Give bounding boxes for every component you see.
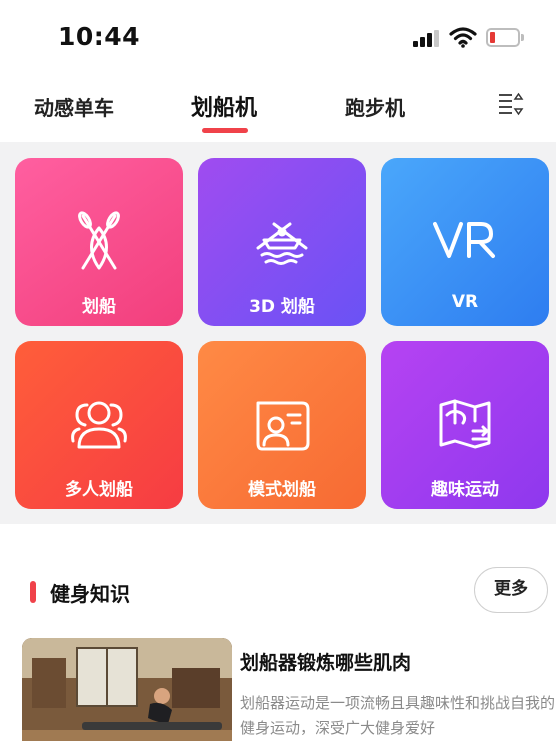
article-description: 划船器运动是一项流畅且具趣味性和挑战自我的健身运动，深受广大健身爱好 [240, 694, 556, 737]
tile-label: 多人划船 [65, 480, 133, 500]
profile-card-icon [256, 401, 310, 451]
map-icon [439, 399, 491, 449]
tab-treadmill[interactable]: 跑步机 [345, 92, 405, 121]
tile-label: 3D 划船 [249, 297, 315, 317]
section-title: 健身知识 [50, 582, 130, 606]
tab-rowing-machine[interactable]: 划船机 [191, 90, 257, 122]
battery-icon [486, 28, 524, 47]
status-bar: 10:44 [0, 0, 556, 70]
tile-mode-rowing[interactable]: 模式划船 [198, 341, 366, 509]
tile-label: 趣味运动 [431, 480, 499, 500]
tile-label: 模式划船 [248, 480, 316, 500]
tile-vr[interactable]: VR [381, 158, 549, 326]
article-title: 划船器锻炼哪些肌肉 [240, 652, 412, 674]
section-accent-bar [30, 581, 36, 603]
tile-rowing[interactable]: 划船 [15, 158, 183, 326]
tile-3d-rowing[interactable]: 3D 划船 [198, 158, 366, 326]
article-card[interactable]: 划船器锻炼哪些肌肉 划船器运动是一项流畅且具趣味性和挑战自我的健身运动，深受广大… [22, 638, 556, 741]
tab-spin-bike[interactable]: 动感单车 [34, 92, 114, 121]
group-icon [71, 401, 127, 449]
tile-label: VR [451, 292, 479, 312]
tile-multiplayer-rowing[interactable]: 多人划船 [15, 341, 183, 509]
fitness-knowledge-section: 健身知识 更多 划船器锻炼哪些肌肉 划船器运动是一项流畅且具趣味性和挑战自我的健… [0, 524, 556, 741]
paddles-icon [78, 211, 120, 270]
rowing-boat-icon [256, 222, 308, 265]
cellular-signal-icon [413, 30, 441, 47]
feature-grid: 划船 3D 划船 VR 多人划船 模式划船 趣味运动 [0, 142, 556, 524]
status-time: 10:44 [58, 22, 141, 51]
sort-menu-icon[interactable] [498, 92, 524, 118]
category-tabs: 动感单车 划船机 跑步机 [0, 70, 556, 142]
tile-fun-sports[interactable]: 趣味运动 [381, 341, 549, 509]
vr-icon [433, 222, 495, 258]
active-tab-indicator [202, 128, 248, 133]
tile-label: 划船 [82, 297, 116, 317]
more-button[interactable]: 更多 [474, 567, 548, 613]
article-thumbnail [22, 638, 232, 741]
wifi-icon [449, 27, 477, 48]
